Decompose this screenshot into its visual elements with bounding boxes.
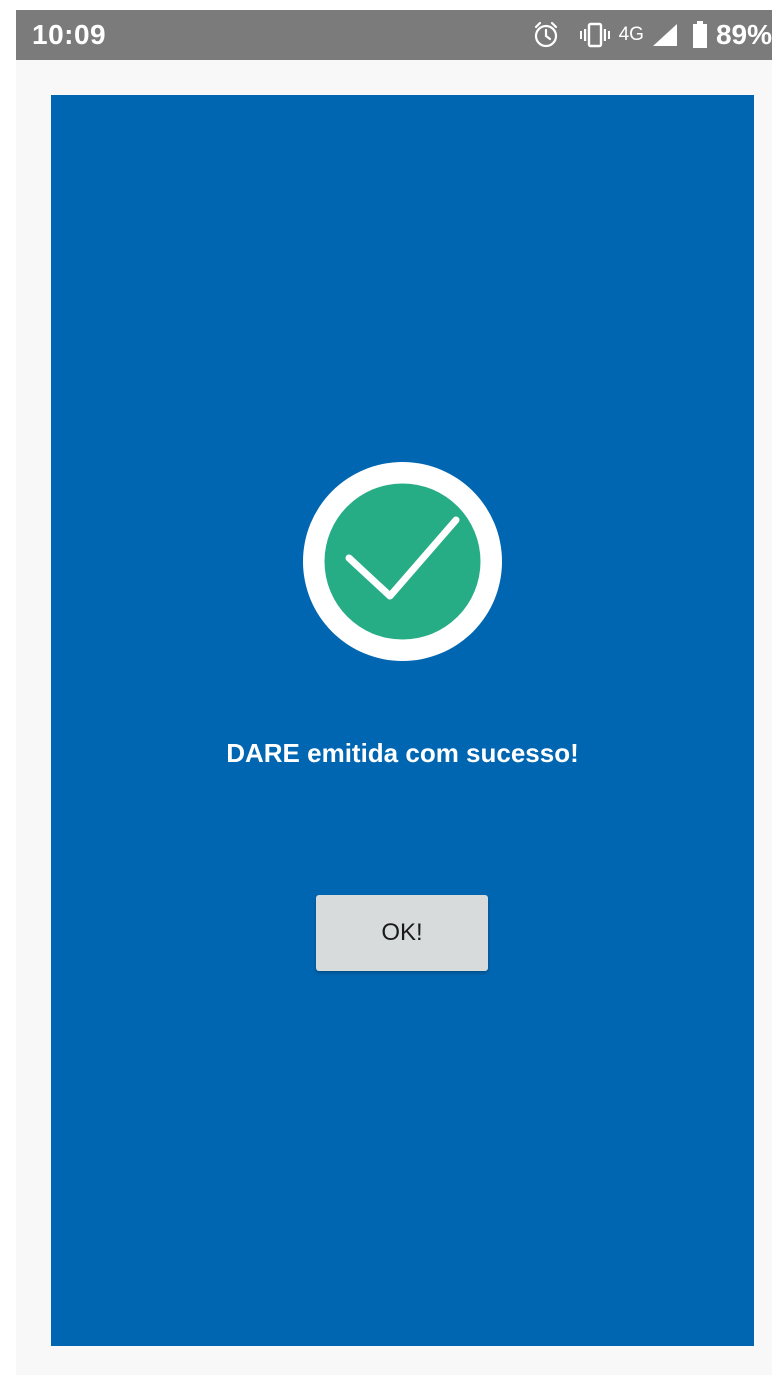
battery-icon (692, 21, 708, 49)
checkmark-circle-icon (303, 462, 502, 661)
status-bar: 10:09 4G 89% (16, 10, 772, 60)
battery-percentage: 89% (715, 19, 772, 50)
status-time: 10:09 (32, 19, 107, 50)
alarm-icon (533, 21, 559, 49)
ok-button[interactable]: OK! (316, 895, 488, 971)
screen: 10:09 4G 89% DARE emitida com sucesso! O… (0, 0, 772, 1375)
network-type: 4G (618, 24, 644, 45)
signal-icon (652, 23, 678, 47)
status-icons: 4G 89% (533, 18, 772, 52)
success-message: DARE emitida com sucesso! (226, 738, 579, 768)
success-dialog (51, 95, 754, 1346)
vibrate-icon (579, 22, 611, 48)
